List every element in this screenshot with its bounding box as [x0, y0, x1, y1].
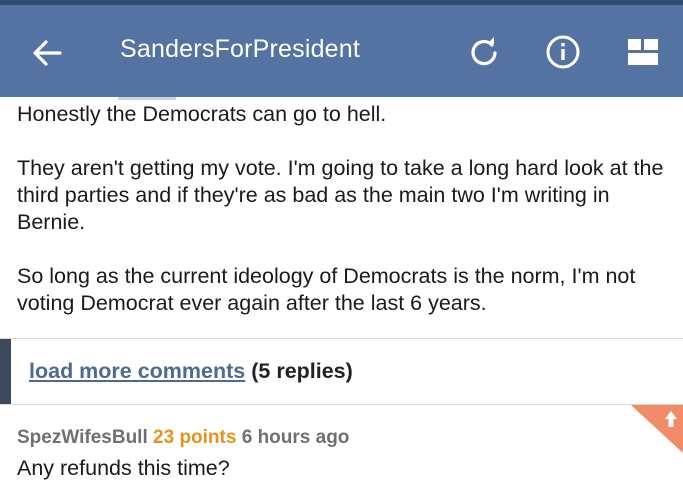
refresh-button[interactable]	[463, 31, 505, 73]
load-more-comments-link[interactable]: load more comments	[29, 359, 245, 383]
comment-time: 6 hours ago	[241, 427, 350, 448]
comment-item[interactable]: SpezWifesBull 23 points 6 hours ago Any …	[0, 405, 683, 500]
info-button[interactable]	[542, 31, 584, 73]
comment-text: Any refunds this time?	[17, 456, 230, 480]
reply-count: (5 replies)	[251, 359, 353, 383]
comment-paragraph: So long as the current ideology of Democ…	[17, 264, 636, 315]
page-title: SandersForPresident	[120, 35, 361, 63]
upvote-flag-icon	[631, 405, 683, 453]
comment-points: 23 points	[153, 427, 237, 448]
thread-depth-bar	[0, 339, 11, 404]
comment-meta: SpezWifesBull 23 points 6 hours ago	[17, 427, 349, 449]
info-icon	[546, 35, 580, 69]
app-bar: SandersForPresident	[0, 5, 683, 97]
comment-paragraph: Honestly the Democrats can go to hell.	[17, 102, 387, 126]
comment-author[interactable]: SpezWifesBull	[17, 427, 148, 448]
layout-icon	[628, 39, 658, 65]
back-arrow-icon	[33, 40, 62, 66]
comment-paragraph: They aren't getting my vote. I'm going t…	[17, 156, 664, 234]
refresh-icon	[471, 37, 497, 66]
back-button[interactable]	[24, 33, 70, 73]
comment-body: Honestly the Democrats can go to hell. T…	[17, 101, 667, 344]
scroll-indicator	[118, 97, 176, 100]
load-more-row[interactable]: load more comments (5 replies)	[0, 339, 683, 404]
layout-button[interactable]	[622, 31, 664, 73]
